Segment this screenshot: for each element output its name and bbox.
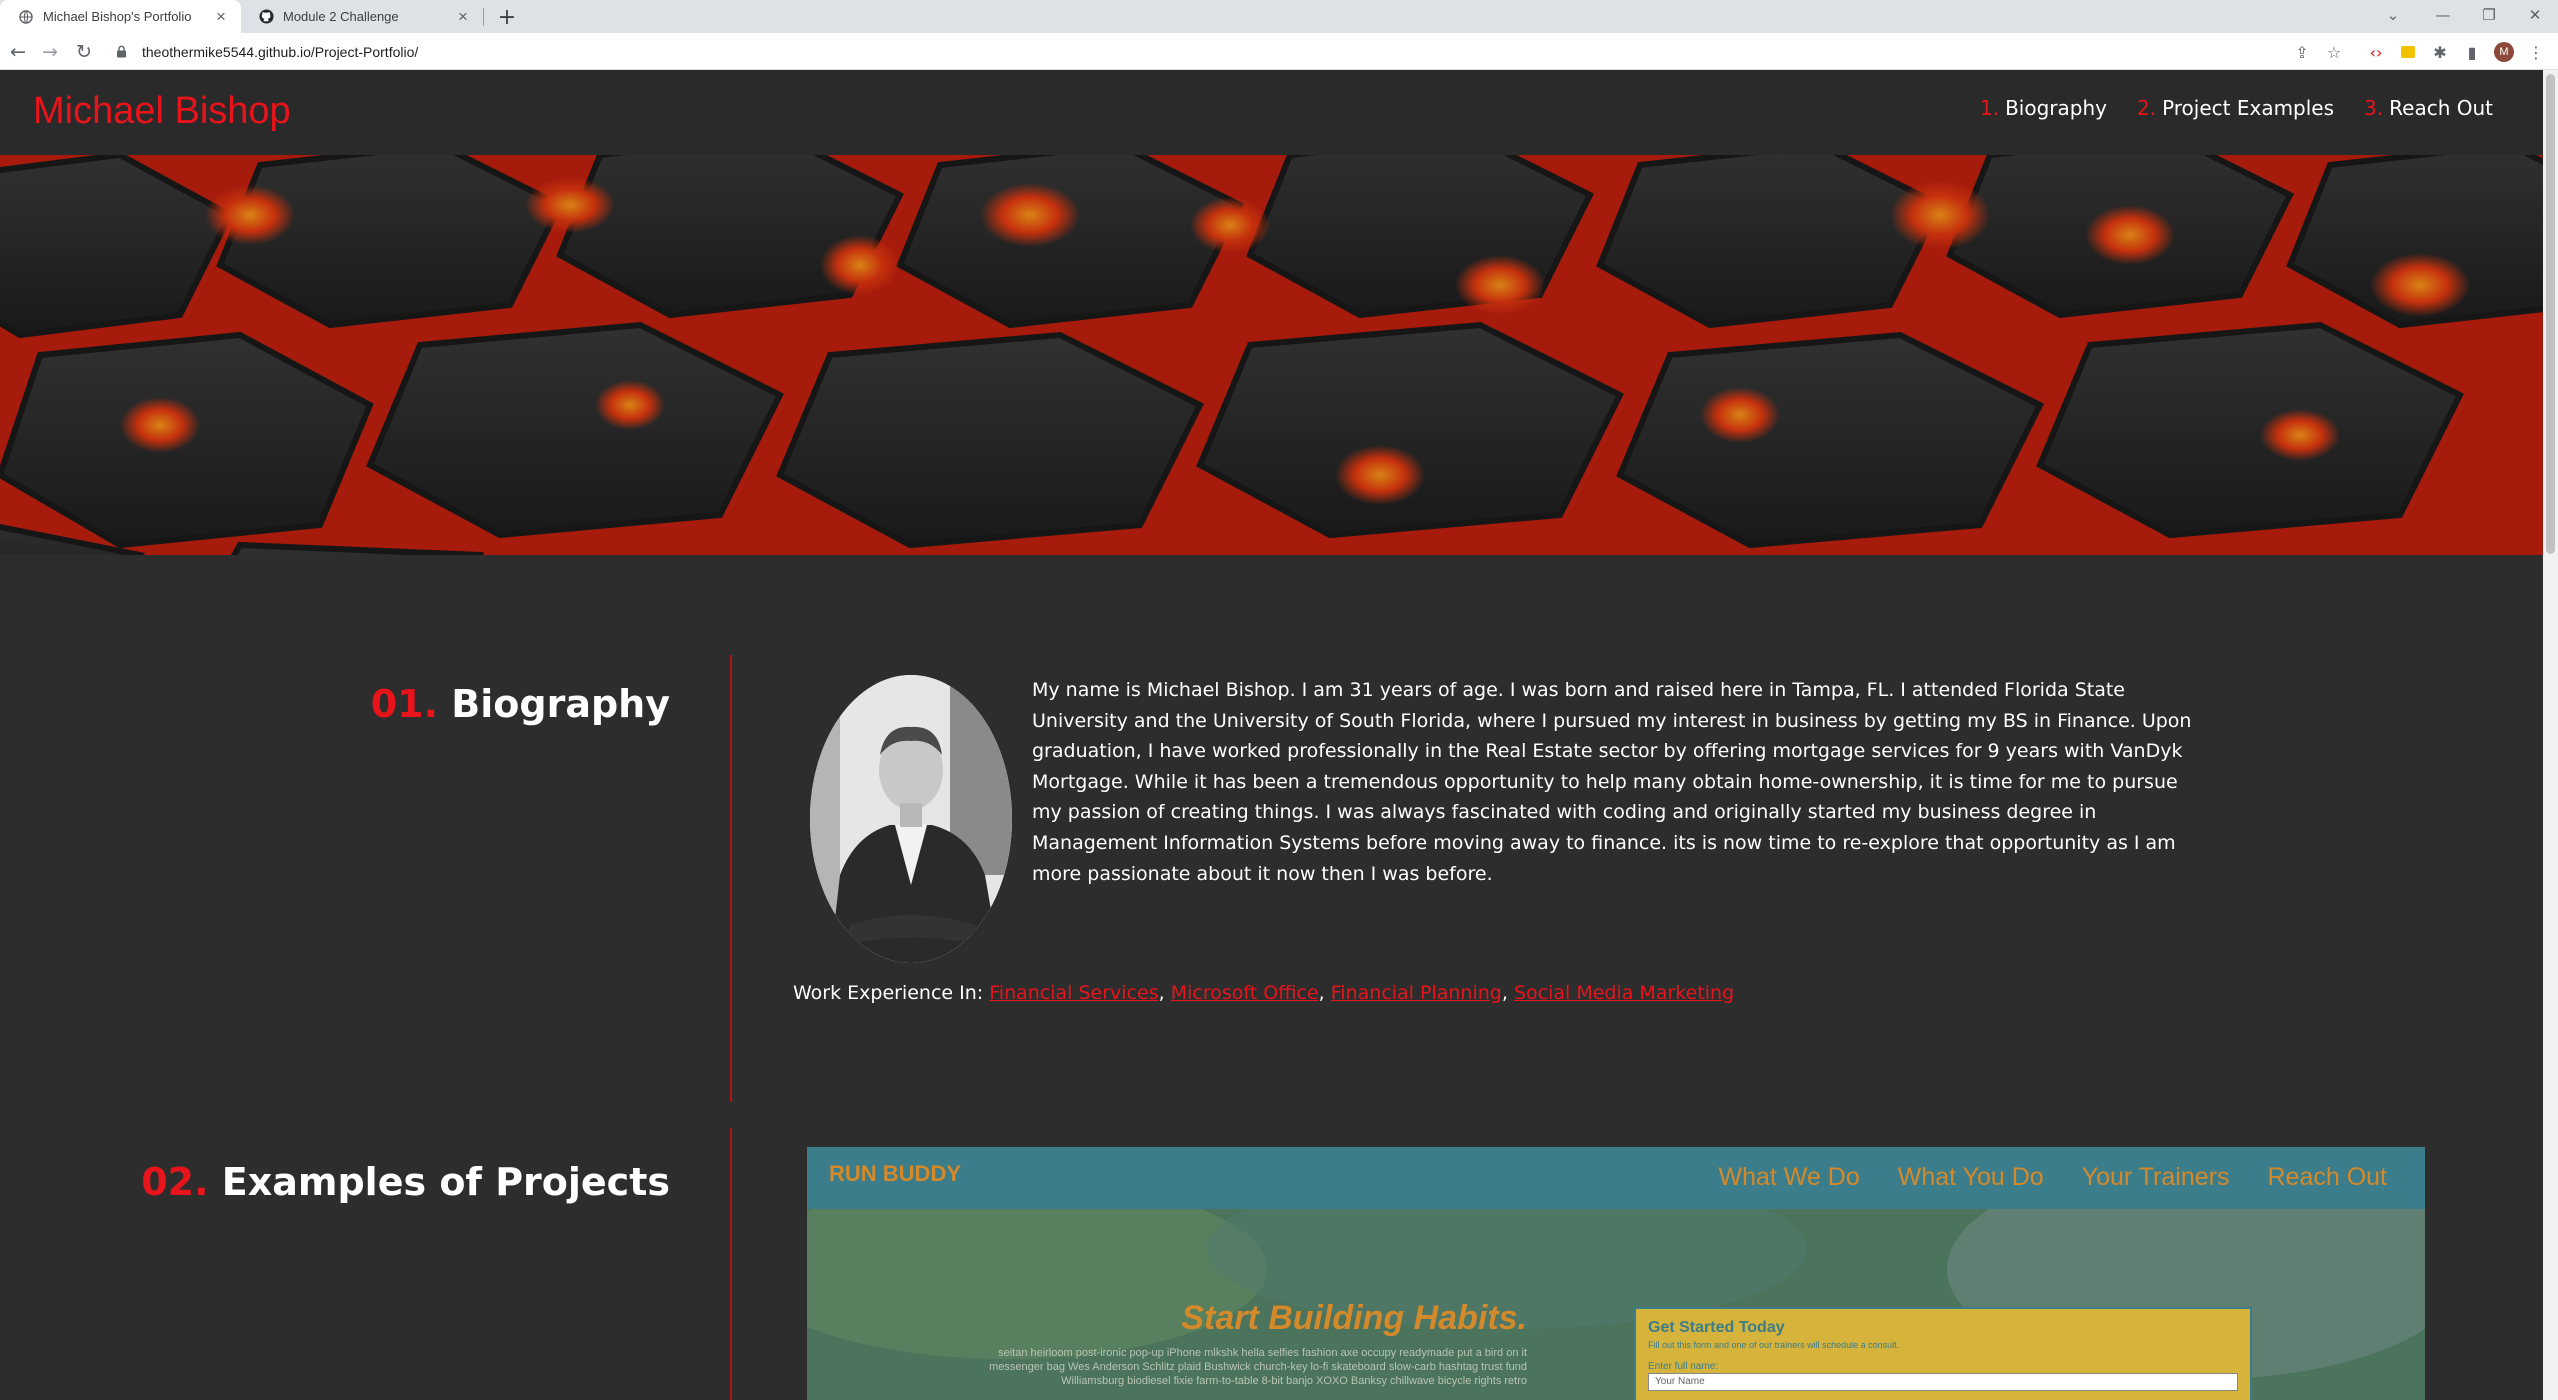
tab-module-challenge[interactable]: Module 2 Challenge ×: [240, 0, 483, 33]
extensions-puzzle-icon[interactable]: ✱: [2430, 42, 2450, 62]
tab-search-icon[interactable]: ⌄: [2370, 0, 2416, 30]
run-buddy-nav-item: What We Do: [1718, 1163, 1860, 1191]
url-text: theothermike5544.github.io/Project-Portf…: [142, 43, 419, 60]
run-buddy-headline: Start Building Habits.: [1181, 1299, 1527, 1337]
biography-heading: 01. Biography: [370, 682, 670, 726]
reload-icon[interactable]: ↻: [72, 40, 96, 64]
forward-arrow-icon[interactable]: →: [38, 40, 62, 64]
skill-link-social-media-marketing[interactable]: Social Media Marketing: [1514, 982, 1734, 1004]
address-bar[interactable]: theothermike5544.github.io/Project-Portf…: [106, 37, 2306, 66]
nav-biography[interactable]: 1. Biography: [1980, 96, 2107, 120]
section-divider: [730, 655, 732, 1102]
scrollbar-thumb[interactable]: [2546, 74, 2555, 554]
skill-link-financial-planning[interactable]: Financial Planning: [1331, 982, 1502, 1004]
nav-project-examples[interactable]: 2. Project Examples: [2137, 96, 2334, 120]
projects-heading: 02. Examples of Projects: [141, 1160, 670, 1204]
run-buddy-nav-item: Reach Out: [2267, 1163, 2387, 1191]
browser-toolbar: ← → ↻ theothermike5544.github.io/Project…: [0, 33, 2558, 70]
hero-banner-image: [0, 155, 2543, 555]
page-viewport: Michael Bishop 1. Biography 2. Project Exa…: [0, 70, 2543, 1400]
close-icon[interactable]: ×: [211, 7, 231, 27]
github-icon: [258, 9, 274, 25]
run-buddy-form-label: Enter full name:: [1648, 1361, 1719, 1372]
back-arrow-icon[interactable]: ←: [6, 40, 30, 64]
close-icon[interactable]: ×: [453, 7, 473, 27]
share-icon[interactable]: ⇪: [2292, 42, 2312, 62]
profile-photo: [810, 675, 1012, 963]
lock-icon: [116, 45, 130, 59]
close-window-button[interactable]: ✕: [2512, 0, 2558, 30]
page-scrollbar[interactable]: [2543, 70, 2558, 1400]
tab-title: Michael Bishop's Portfolio: [43, 9, 192, 24]
new-tab-button[interactable]: +: [494, 5, 520, 30]
menu-kebab-icon[interactable]: ⋮: [2526, 42, 2546, 62]
nav-reach-out[interactable]: 3. Reach Out: [2364, 96, 2493, 120]
side-panel-icon[interactable]: ▮: [2462, 42, 2482, 62]
tab-title: Module 2 Challenge: [283, 9, 399, 24]
profile-avatar[interactable]: M: [2494, 42, 2514, 62]
run-buddy-form-title: Get Started Today: [1648, 1319, 1785, 1336]
run-buddy-hero: Start Building Habits. seitan heirloom p…: [807, 1209, 2425, 1400]
skill-link-microsoft-office[interactable]: Microsoft Office: [1171, 982, 1319, 1004]
run-buddy-logo: RUN BUDDY: [829, 1161, 961, 1186]
run-buddy-body-text: seitan heirloom post-ironic pop-up iPhon…: [989, 1347, 1527, 1387]
run-buddy-nav-item: Your Trainers: [2081, 1163, 2230, 1191]
site-title: Michael Bishop: [33, 90, 291, 132]
run-buddy-nav: What We Do What You Do Your Trainers Rea…: [1719, 1163, 2387, 1192]
restore-button[interactable]: ❐: [2466, 0, 2512, 30]
tab-divider: [483, 8, 484, 26]
biography-text: My name is Michael Bishop. I am 31 years…: [1032, 679, 2192, 885]
skill-link-financial-services[interactable]: Financial Services: [989, 982, 1158, 1004]
extension-yellow-icon[interactable]: [2398, 42, 2418, 62]
section-divider: [730, 1128, 732, 1400]
run-buddy-form-subtitle: Fill out this form and one of our traine…: [1648, 1340, 1900, 1350]
run-buddy-name-input: Your Name: [1648, 1373, 2238, 1391]
globe-icon: [18, 9, 34, 25]
browser-tabstrip: Michael Bishop's Portfolio × Module 2 Ch…: [0, 0, 2558, 33]
run-buddy-signup-form: Get Started Today Fill out this form and…: [1634, 1307, 2252, 1400]
work-experience: Work Experience In: Financial Services, …: [793, 982, 1735, 1004]
site-nav: 1. Biography 2. Project Examples 3. Reach O…: [1980, 96, 2493, 120]
bookmark-star-icon[interactable]: ☆: [2324, 42, 2344, 62]
project-preview-run-buddy[interactable]: RUN BUDDY What We Do What You Do Your Tr…: [807, 1147, 2425, 1400]
run-buddy-header: RUN BUDDY What We Do What You Do Your Tr…: [807, 1147, 2425, 1209]
run-buddy-nav-item: What You Do: [1897, 1163, 2044, 1191]
extension-code-icon[interactable]: ‹›: [2366, 42, 2386, 62]
site-header: Michael Bishop 1. Biography 2. Project Exa…: [0, 70, 2543, 155]
minimize-button[interactable]: —: [2420, 0, 2466, 30]
tab-portfolio[interactable]: Michael Bishop's Portfolio ×: [0, 0, 241, 33]
